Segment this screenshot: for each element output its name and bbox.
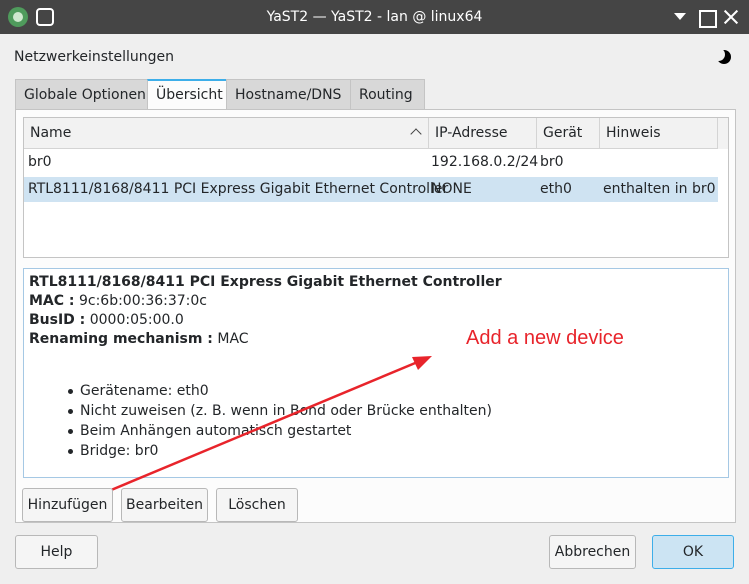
minimize-icon[interactable] (670, 7, 690, 27)
column-header-ip[interactable]: IP-Adresse (429, 118, 537, 149)
header-scroll-corner (718, 118, 728, 149)
renaming-value: MAC (217, 331, 249, 347)
tab-uebersicht[interactable]: Übersicht (147, 79, 227, 111)
busid-label: BusID : (29, 312, 86, 328)
annotation-text: Add a new device (466, 327, 624, 349)
delete-button[interactable]: Löschen (216, 488, 298, 522)
mac-value: 9c:6b:00:36:37:0c (78, 293, 207, 309)
help-button[interactable]: Help (15, 535, 98, 569)
close-icon[interactable] (721, 7, 741, 27)
cell-device: eth0 (540, 181, 572, 197)
device-details: RTL8111/8168/8411 PCI Express Gigabit Et… (23, 268, 729, 478)
table-row[interactable]: br0 192.168.0.2/24 br0 (24, 150, 718, 175)
table-header: Name IP-Adresse Gerät Hinweis (24, 118, 728, 149)
cancel-button[interactable]: Abbrechen (549, 535, 636, 569)
tab-globale-optionen[interactable]: Globale Optionen (15, 79, 148, 110)
list-item: Gerätename: eth0 (68, 381, 492, 401)
cell-ip: NONE (431, 181, 472, 197)
column-header-device[interactable]: Gerät (537, 118, 600, 149)
cell-device: br0 (540, 154, 564, 170)
renaming-label: Renaming mechanism : (29, 331, 213, 347)
window-title: YaST2 — YaST2 - lan @ linux64 (266, 9, 483, 25)
column-header-label: Name (30, 125, 72, 141)
busid-value: 0000:05:00.0 (89, 312, 184, 328)
title-bar: YaST2 — YaST2 - lan @ linux64 (0, 0, 749, 34)
cell-ip: 192.168.0.2/24 (431, 154, 539, 170)
device-table[interactable]: Name IP-Adresse Gerät Hinweis br0 192.16… (23, 117, 729, 258)
moon-icon (712, 48, 731, 64)
table-row-selected[interactable]: RTL8111/8168/8411 PCI Express Gigabit Et… (24, 177, 718, 202)
details-mac: MAC : 9c:6b:00:36:37:0c (29, 293, 207, 309)
list-item: Bridge: br0 (68, 441, 492, 461)
details-bullet-list: Gerätename: eth0 Nicht zuweisen (z. B. w… (68, 381, 492, 461)
list-item: Beim Anhängen automatisch gestartet (68, 421, 492, 441)
details-renaming: Renaming mechanism : MAC (29, 331, 249, 347)
mac-label: MAC : (29, 293, 75, 309)
ok-button[interactable]: OK (652, 535, 734, 569)
add-button[interactable]: Hinzufügen (22, 488, 113, 522)
list-item: Nicht zuweisen (z. B. wenn in Bond oder … (68, 401, 492, 421)
tab-routing[interactable]: Routing (350, 79, 425, 110)
sort-ascending-icon (410, 128, 422, 140)
dialog-heading: Netzwerkeinstellungen (14, 49, 175, 65)
edit-button[interactable]: Bearbeiten (121, 488, 208, 522)
cell-name: br0 (28, 154, 52, 170)
cell-note: enthalten in br0 (603, 181, 716, 197)
cell-name: RTL8111/8168/8411 PCI Express Gigabit Et… (28, 181, 449, 197)
details-busid: BusID : 0000:05:00.0 (29, 312, 184, 328)
maximize-icon[interactable] (696, 7, 717, 28)
tab-hostname-dns[interactable]: Hostname/DNS (226, 79, 351, 110)
column-header-note[interactable]: Hinweis (600, 118, 718, 149)
details-title-text: RTL8111/8168/8411 PCI Express Gigabit Et… (29, 274, 502, 290)
details-title: RTL8111/8168/8411 PCI Express Gigabit Et… (29, 274, 502, 290)
column-header-name[interactable]: Name (24, 118, 429, 149)
